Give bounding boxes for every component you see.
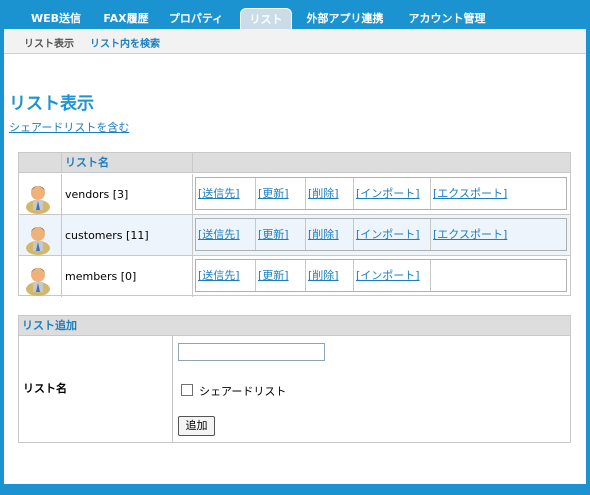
tab-web-send[interactable]: WEB送信 bbox=[22, 8, 90, 29]
shared-list-checkbox[interactable] bbox=[181, 384, 193, 396]
action-import[interactable]: [インポート] bbox=[354, 219, 431, 250]
action-delete[interactable]: [削除] bbox=[306, 219, 354, 250]
list-name: customers [11] bbox=[61, 215, 193, 256]
list-name: members [0] bbox=[61, 256, 193, 297]
add-button[interactable]: 追加 bbox=[178, 416, 215, 436]
action-recipients[interactable]: [送信先] bbox=[196, 178, 256, 209]
table-row: members [0] [送信先] [更新] [削除] [インポート] bbox=[19, 256, 570, 297]
action-export[interactable]: [エクスポート] bbox=[431, 219, 566, 250]
column-header-list-name: リスト名 bbox=[61, 153, 193, 173]
subnav-list-view[interactable]: リスト表示 bbox=[24, 35, 74, 50]
table-row: vendors [3] [送信先] [更新] [削除] [インポート] [エクス… bbox=[19, 174, 570, 215]
tab-list[interactable]: リスト bbox=[240, 8, 292, 29]
shared-list-label: シェアードリスト bbox=[199, 385, 287, 398]
add-list-header: リスト追加 bbox=[19, 316, 570, 336]
add-list-form: リスト追加 リスト名 シェアードリスト 追加 bbox=[18, 315, 571, 443]
sub-nav: リスト表示 リスト内を検索 bbox=[4, 29, 586, 54]
include-shared-lists-link[interactable]: シェアードリストを含む bbox=[9, 119, 129, 135]
main-content: リスト表示 リスト内を検索 リスト表示 シェアードリストを含む リスト名 ven… bbox=[4, 29, 586, 484]
tab-fax-history[interactable]: FAX履歴 bbox=[96, 8, 156, 29]
action-recipients[interactable]: [送信先] bbox=[196, 219, 256, 250]
action-update[interactable]: [更新] bbox=[256, 219, 306, 250]
top-nav: WEB送信 FAX履歴 プロパティ リスト 外部アプリ連携 アカウント管理 bbox=[0, 0, 590, 30]
tab-properties[interactable]: プロパティ bbox=[160, 8, 232, 29]
row-actions: [送信先] [更新] [削除] [インポート] bbox=[195, 259, 567, 292]
action-delete[interactable]: [削除] bbox=[306, 178, 354, 209]
user-icon bbox=[19, 215, 61, 256]
action-import[interactable]: [インポート] bbox=[354, 178, 431, 209]
user-icon bbox=[19, 174, 61, 215]
tab-external-apps[interactable]: 外部アプリ連携 bbox=[298, 8, 392, 29]
action-import[interactable]: [インポート] bbox=[354, 260, 431, 291]
user-icon bbox=[19, 256, 61, 297]
action-delete[interactable]: [削除] bbox=[306, 260, 354, 291]
action-export[interactable]: [エクスポート] bbox=[431, 178, 566, 209]
list-name-label: リスト名 bbox=[19, 336, 173, 442]
action-recipients[interactable]: [送信先] bbox=[196, 260, 256, 291]
row-actions: [送信先] [更新] [削除] [インポート] [エクスポート] bbox=[195, 177, 567, 210]
list-table: リスト名 vendors [3] [送信先] [更新] [削除] [インポート]… bbox=[18, 152, 571, 297]
action-update[interactable]: [更新] bbox=[256, 178, 306, 209]
table-row: customers [11] [送信先] [更新] [削除] [インポート] [… bbox=[19, 215, 570, 256]
list-name: vendors [3] bbox=[61, 174, 193, 215]
tab-list-label: リスト bbox=[249, 13, 283, 26]
tab-account-management[interactable]: アカウント管理 bbox=[398, 8, 496, 29]
list-name-input[interactable] bbox=[178, 343, 325, 361]
page-title: リスト表示 bbox=[9, 94, 94, 114]
list-table-header: リスト名 bbox=[19, 153, 570, 173]
action-update[interactable]: [更新] bbox=[256, 260, 306, 291]
row-actions: [送信先] [更新] [削除] [インポート] [エクスポート] bbox=[195, 218, 567, 251]
subnav-search-list[interactable]: リスト内を検索 bbox=[90, 35, 160, 50]
